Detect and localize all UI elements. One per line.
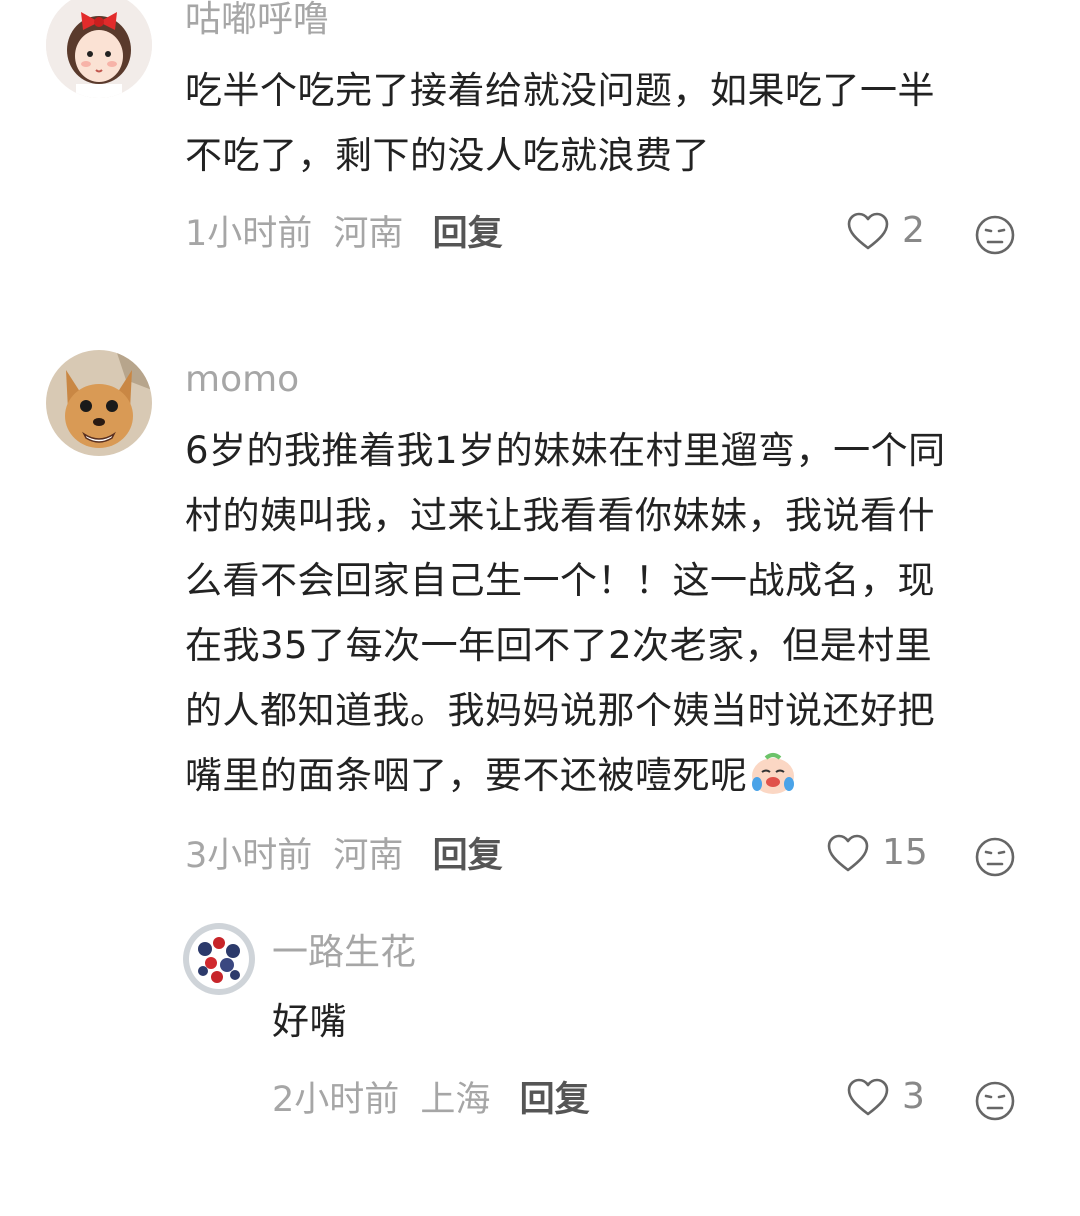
neutral-face-icon	[975, 1081, 1015, 1121]
neutral-face-icon	[975, 837, 1015, 877]
comment-location: 河南	[333, 836, 404, 876]
comment-username[interactable]: momo	[185, 358, 299, 402]
neutral-face-icon	[975, 215, 1015, 255]
avatar[interactable]	[46, 0, 152, 98]
comment-meta: 1小时前 河南 回复	[185, 212, 503, 256]
dislike-button[interactable]	[974, 214, 1016, 256]
comment-text: 吃半个吃完了接着给就没问题，如果吃了一半 不吃了，剩下的没人吃就浪费了	[185, 69, 935, 177]
comment-meta: 3小时前 河南 回复	[185, 834, 503, 878]
girl-with-red-bow-icon	[46, 0, 152, 98]
dislike-button[interactable]	[974, 1080, 1016, 1122]
avatar[interactable]	[183, 923, 255, 995]
reply-username[interactable]: 一路生花	[272, 931, 416, 975]
like-count: 3	[902, 1076, 925, 1117]
comment-item: 咕嘟呼噜 吃半个吃完了接着给就没问题，如果吃了一半 不吃了，剩下的没人吃就浪费了…	[0, 0, 1080, 300]
comment-item: momo 6岁的我推着我1岁的妹妹在村里遛弯，一个同 村的姨叫我，过来让我看看你…	[0, 340, 1080, 900]
avatar[interactable]	[46, 350, 152, 456]
reply-button[interactable]: 回复	[433, 836, 503, 876]
comment-time: 3小时前	[185, 836, 313, 876]
comment-location: 河南	[333, 214, 404, 254]
like-button[interactable]: 2	[846, 210, 925, 251]
reply-location: 上海	[420, 1080, 491, 1120]
reply-time: 2小时前	[272, 1080, 400, 1120]
dislike-button[interactable]	[974, 836, 1016, 878]
like-count: 2	[902, 210, 925, 251]
comment-text: 6岁的我推着我1岁的妹妹在村里遛弯，一个同 村的姨叫我，过来让我看看你妹妹，我说…	[185, 418, 1030, 808]
berries-bowl-icon	[183, 923, 255, 995]
reply-text: 好嘴	[272, 1000, 347, 1043]
chihuahua-dog-icon	[46, 350, 152, 456]
heart-outline-icon	[847, 1078, 889, 1115]
heart-outline-icon	[847, 212, 889, 249]
like-button[interactable]: 15	[826, 832, 928, 873]
comment-text-body: 6岁的我推着我1岁的妹妹在村里遛弯，一个同 村的姨叫我，过来让我看看你妹妹，我说…	[185, 429, 946, 797]
comment-time: 1小时前	[185, 214, 313, 254]
like-button[interactable]: 3	[846, 1076, 925, 1117]
crying-laughing-emoji-icon	[748, 750, 798, 796]
reply-button[interactable]: 回复	[433, 214, 503, 254]
reply-item: 一路生花 好嘴 2小时前 上海 回复 3	[0, 915, 1080, 1145]
comment-username[interactable]: 咕嘟呼噜	[185, 0, 329, 42]
reply-meta: 2小时前 上海 回复	[272, 1078, 590, 1122]
like-count: 15	[882, 832, 928, 873]
heart-outline-icon	[827, 834, 869, 871]
reply-button[interactable]: 回复	[520, 1080, 590, 1120]
